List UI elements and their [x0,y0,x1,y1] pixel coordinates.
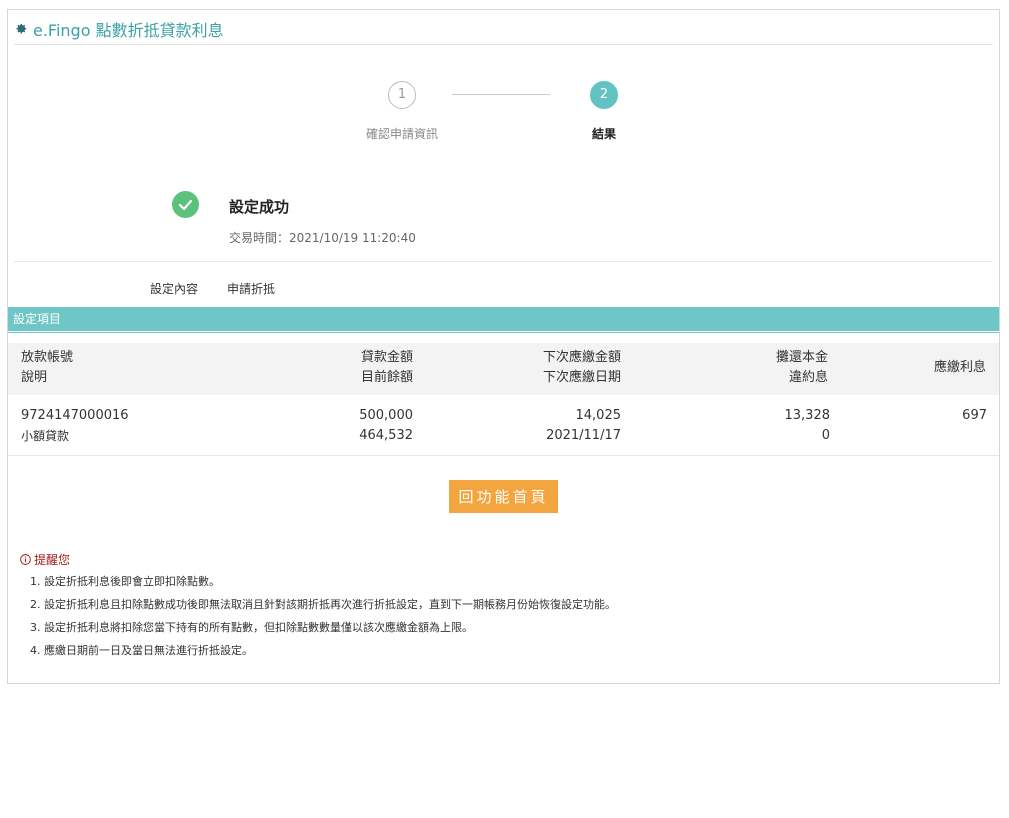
section-underline [8,332,999,333]
header-divider [14,44,993,45]
gear-icon [16,23,27,34]
step-2-label: 結果 [591,127,616,141]
home-button[interactable]: 回功能首頁 [449,480,558,513]
cell-principal: 13,328 [784,408,831,423]
cell-loan-amount: 500,000 [359,408,413,423]
th-interest: 應繳利息 [933,360,986,375]
reminder-note-2: 2. 設定折抵利息且扣除點數成功後即無法取消且針對該期折抵再次進行折抵設定，直到… [30,598,616,611]
reminder-note-1: 1. 設定折抵利息後即會立即扣除點數。 [30,575,220,588]
row-divider [8,455,999,456]
cell-next-date: 2021/11/17 [546,428,621,443]
step-connector [452,94,550,95]
th-penalty: 違約息 [788,370,828,385]
reminder-note-4: 4. 應繳日期前一日及當日無法進行折抵設定。 [30,644,253,657]
reminder-note-3: 3. 設定折抵利息將扣除您當下持有的所有點數，但扣除點數數量僅以該次應繳金額為上… [30,621,473,634]
cell-account: 9724147000016 [21,408,129,423]
th-next-date: 下次應繳日期 [542,370,621,385]
step-2-circle: 2 [590,81,618,109]
setting-label: 設定內容 [150,282,199,296]
cell-next-amount: 14,025 [575,408,622,423]
main-panel: e.Fingo 點數折抵貸款利息 1 2 確認申請資訊 結果 設定成功 交易時間… [7,9,1000,684]
th-loan-amount: 貸款金額 [360,350,413,365]
divider [14,261,993,262]
th-next-amount: 下次應繳金額 [542,350,621,365]
step-1-circle: 1 [388,81,416,109]
transaction-time: 交易時間：2021/10/19 11:20:40 [229,231,416,245]
setting-value: 申請折抵 [227,282,276,296]
reminder-title: 提醒您 [20,551,70,568]
step-1-label: 確認申請資訊 [365,127,438,141]
cell-balance: 464,532 [359,428,413,443]
th-desc: 說明 [21,370,48,385]
page-header: e.Fingo 點數折抵貸款利息 [14,18,224,40]
result-title: 設定成功 [229,198,290,216]
cell-penalty: 0 [821,428,830,443]
reminder-title-text: 提醒您 [34,553,71,567]
check-icon [172,191,199,218]
page-title: e.Fingo 點數折抵貸款利息 [33,21,224,40]
th-account: 放款帳號 [21,350,74,365]
table-header: 放款帳號 說明 貸款金額 目前餘額 下次應繳金額 下次應繳日期 攤還本金 違約息… [8,343,999,395]
cell-desc: 小額貸款 [21,429,70,443]
th-principal: 攤還本金 [775,350,828,365]
section-header: 設定項目 [8,307,999,331]
cell-interest: 697 [962,408,987,423]
info-icon [20,554,31,565]
th-balance: 目前餘額 [360,370,413,385]
